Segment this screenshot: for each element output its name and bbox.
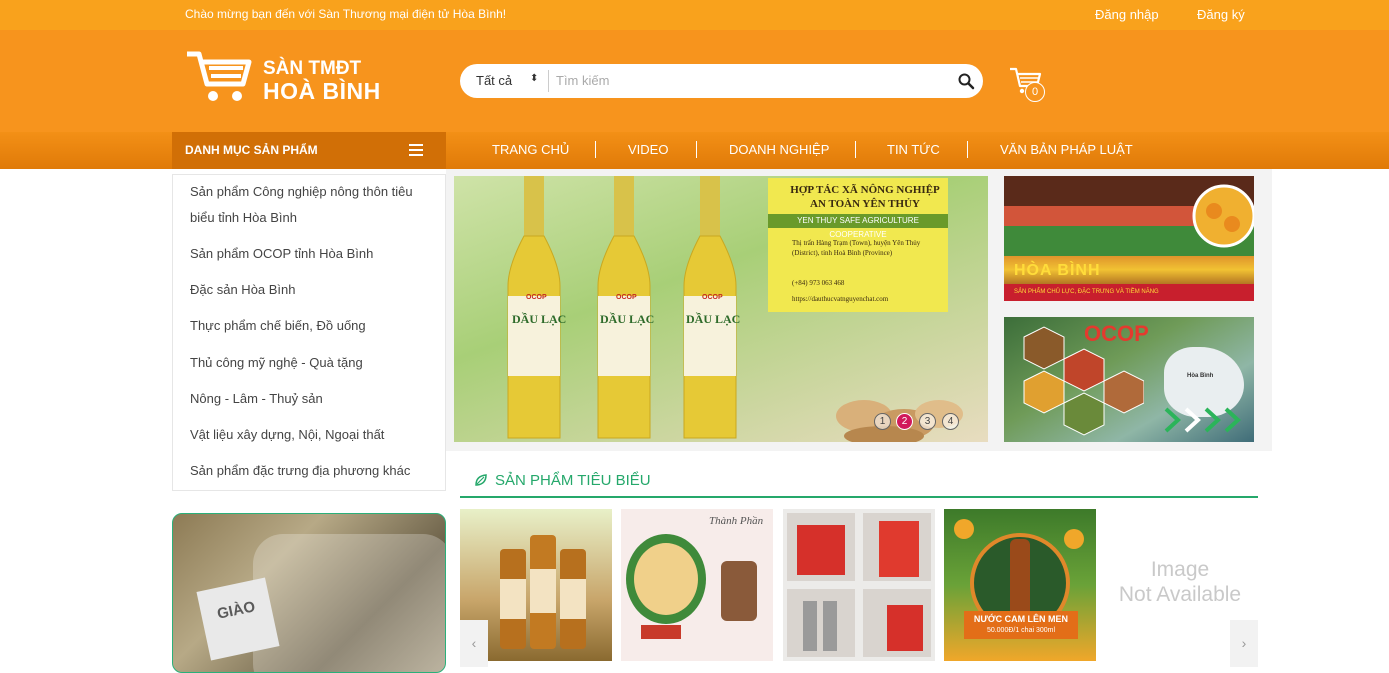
category-item[interactable]: Vật liệu xây dựng, Nội, Ngoại thất — [190, 422, 430, 448]
nav-item-video[interactable]: VIDEO — [628, 142, 668, 157]
bottle-label: DẦU LẠC — [600, 312, 655, 326]
site-logo[interactable]: SÀN TMĐT HOÀ BÌNH — [185, 48, 385, 108]
bottle-label: DẦU LẠC — [512, 312, 567, 326]
product-caption-price: 50.000Đ/1 chai 300ml — [986, 627, 1056, 634]
logo-line2: HOÀ BÌNH — [263, 78, 381, 104]
arrows-decoration-icon — [1164, 407, 1241, 433]
nav-item-news[interactable]: TIN TỨC — [887, 142, 940, 157]
carousel-prev-button[interactable]: ‹ — [460, 620, 488, 667]
product-card[interactable]: Thành Phần — [621, 509, 773, 661]
hamburger-icon — [409, 144, 423, 156]
coop-title-line2: AN TOÀN YÊN THỦY — [810, 198, 920, 210]
cart-count-badge: 0 — [1025, 82, 1045, 102]
coop-english-name: YEN THUY SAFE AGRICULTURE COOPERATIVE — [768, 214, 948, 239]
side-banner-ocop[interactable]: OCOP Hòa Bình — [1004, 317, 1254, 442]
coop-website: https://dauthucvatnguyenchat.com — [792, 295, 889, 303]
logo-line1: SÀN TMĐT — [263, 58, 362, 79]
nav-item-legal[interactable]: VĂN BẢN PHÁP LUẬT — [1000, 142, 1133, 157]
search-divider — [548, 70, 549, 92]
logo-text: SÀN TMĐT HOÀ BÌNH — [263, 58, 381, 104]
nav-separator — [855, 141, 856, 158]
featured-section-title: SẢN PHẨM TIÊU BIỂU — [495, 472, 651, 489]
slider-dot-active[interactable]: 2 — [896, 413, 913, 430]
nav-separator — [696, 141, 697, 158]
hoa-binh-title: HÒA BÌNH — [1014, 262, 1101, 279]
ocop-mini-label: OCOP — [526, 294, 547, 301]
promo-banner[interactable]: GIÀO — [172, 513, 446, 673]
category-item[interactable]: Đặc sản Hòa Bình — [190, 277, 430, 303]
category-item[interactable]: Thực phẩm chế biến, Đồ uống — [190, 313, 430, 339]
search-input[interactable]: Tìm kiếm — [556, 73, 936, 88]
oil-bottle-image — [507, 176, 561, 439]
category-item[interactable]: Sản phẩm Công nghiệp nông thôn tiêu biểu… — [190, 179, 430, 231]
carousel-next-button[interactable]: › — [1230, 620, 1258, 667]
category-item[interactable]: Sản phẩm OCOP tỉnh Hòa Bình — [190, 241, 430, 267]
chevron-right-icon: › — [1241, 635, 1247, 651]
side-banner-hoa-binh[interactable]: HÒA BÌNH SẢN PHẨM CHỦ LỰC, ĐẶC TRƯNG VÀ … — [1004, 176, 1254, 301]
slider-pagination: 1 2 3 4 — [874, 413, 964, 431]
product-card[interactable]: NƯỚC CAM LÊN MEN 50.000Đ/1 chai 300ml — [944, 509, 1096, 661]
festival-crowd-image — [1004, 176, 1254, 256]
coop-phone: (+84) 973 063 468 — [792, 279, 845, 287]
coop-address: Thị trấn Hàng Trạm (Town), huyện Yên Thủ… — [792, 239, 921, 257]
product-image — [787, 513, 931, 657]
login-link[interactable]: Đăng nhập — [1095, 7, 1159, 22]
product-caption-title: NƯỚC CAM LÊN MEN — [973, 614, 1069, 624]
bag-shape — [253, 534, 445, 672]
map-label: Hòa Bình — [1187, 373, 1214, 379]
cart-logo-icon — [187, 51, 252, 101]
product-image — [626, 534, 757, 639]
bottle-label: DẦU LẠC — [686, 312, 741, 326]
main-nav: DANH MỤC SẢN PHẨM TRANG CHỦ VIDEO DOANH … — [0, 132, 1389, 169]
product-caption: NƯỚC CAM LÊN MEN 50.000Đ/1 chai 300ml — [964, 611, 1078, 639]
image-not-available-placeholder: Image Not Available — [1104, 557, 1256, 607]
slider-dot[interactable]: 1 — [874, 413, 891, 430]
nav-item-business[interactable]: DOANH NGHIỆP — [729, 142, 829, 157]
nav-separator — [967, 141, 968, 158]
nav-separator — [595, 141, 596, 158]
category-item[interactable]: Sản phẩm đặc trưng địa phương khác — [190, 458, 430, 484]
hoa-binh-strip: SẢN PHẨM CHỦ LỰC, ĐẶC TRƯNG VÀ TIỀM NĂNG — [1004, 284, 1254, 301]
main-banner-image[interactable]: DẦU LẠC OCOP DẦU LẠC OCOP DẦU LẠC OCOP H… — [454, 176, 988, 442]
search-bar: Tất cả ⬍ Tìm kiếm — [460, 64, 983, 98]
category-menu-button[interactable]: DANH MỤC SẢN PHẨM — [172, 132, 446, 169]
search-icon[interactable] — [957, 72, 975, 90]
peanuts-image — [836, 400, 963, 442]
cooperative-info-box: HỢP TÁC XÃ NÔNG NGHIỆP AN TOÀN YÊN THỦY … — [768, 178, 948, 312]
leaf-icon — [475, 474, 487, 486]
slider-dot[interactable]: 3 — [919, 413, 936, 430]
search-category-select[interactable]: Tất cả — [476, 73, 512, 88]
header: SÀN TMĐT HOÀ BÌNH Tất cả ⬍ Tìm kiếm 0 — [0, 30, 1389, 132]
coop-title-line1: HỢP TÁC XÃ NÔNG NGHIỆP — [790, 184, 940, 196]
tag-label — [196, 577, 280, 661]
category-item[interactable]: Thủ công mỹ nghệ - Quà tặng — [190, 350, 430, 376]
category-item[interactable]: Nông - Lâm - Thuỷ sản — [190, 386, 430, 412]
ocop-mini-label: OCOP — [616, 294, 637, 301]
top-bar: Chào mừng bạn đến với Sàn Thương mại điệ… — [0, 0, 1389, 30]
placeholder-line2: Not Available — [1118, 583, 1242, 606]
section-underline — [460, 496, 1258, 498]
category-list: Sản phẩm Công nghiệp nông thôn tiêu biểu… — [172, 174, 446, 491]
category-menu-label: DANH MỤC SẢN PHẨM — [185, 143, 318, 157]
register-link[interactable]: Đăng ký — [1197, 7, 1245, 22]
nav-item-home[interactable]: TRANG CHỦ — [492, 142, 569, 157]
ocop-mini-label: OCOP — [702, 294, 723, 301]
ocop-title: OCOP — [1084, 321, 1149, 346]
welcome-text: Chào mừng bạn đến với Sàn Thương mại điệ… — [185, 7, 507, 21]
placeholder-line1: Image — [1150, 558, 1210, 581]
cart-button[interactable]: 0 — [1009, 66, 1049, 102]
chevron-left-icon: ‹ — [471, 635, 477, 651]
oil-bottle-image — [683, 176, 737, 439]
product-card[interactable] — [783, 509, 935, 661]
select-arrows-icon: ⬍ — [530, 73, 539, 84]
slider-dot[interactable]: 4 — [942, 413, 959, 430]
oil-bottle-image — [597, 176, 651, 439]
